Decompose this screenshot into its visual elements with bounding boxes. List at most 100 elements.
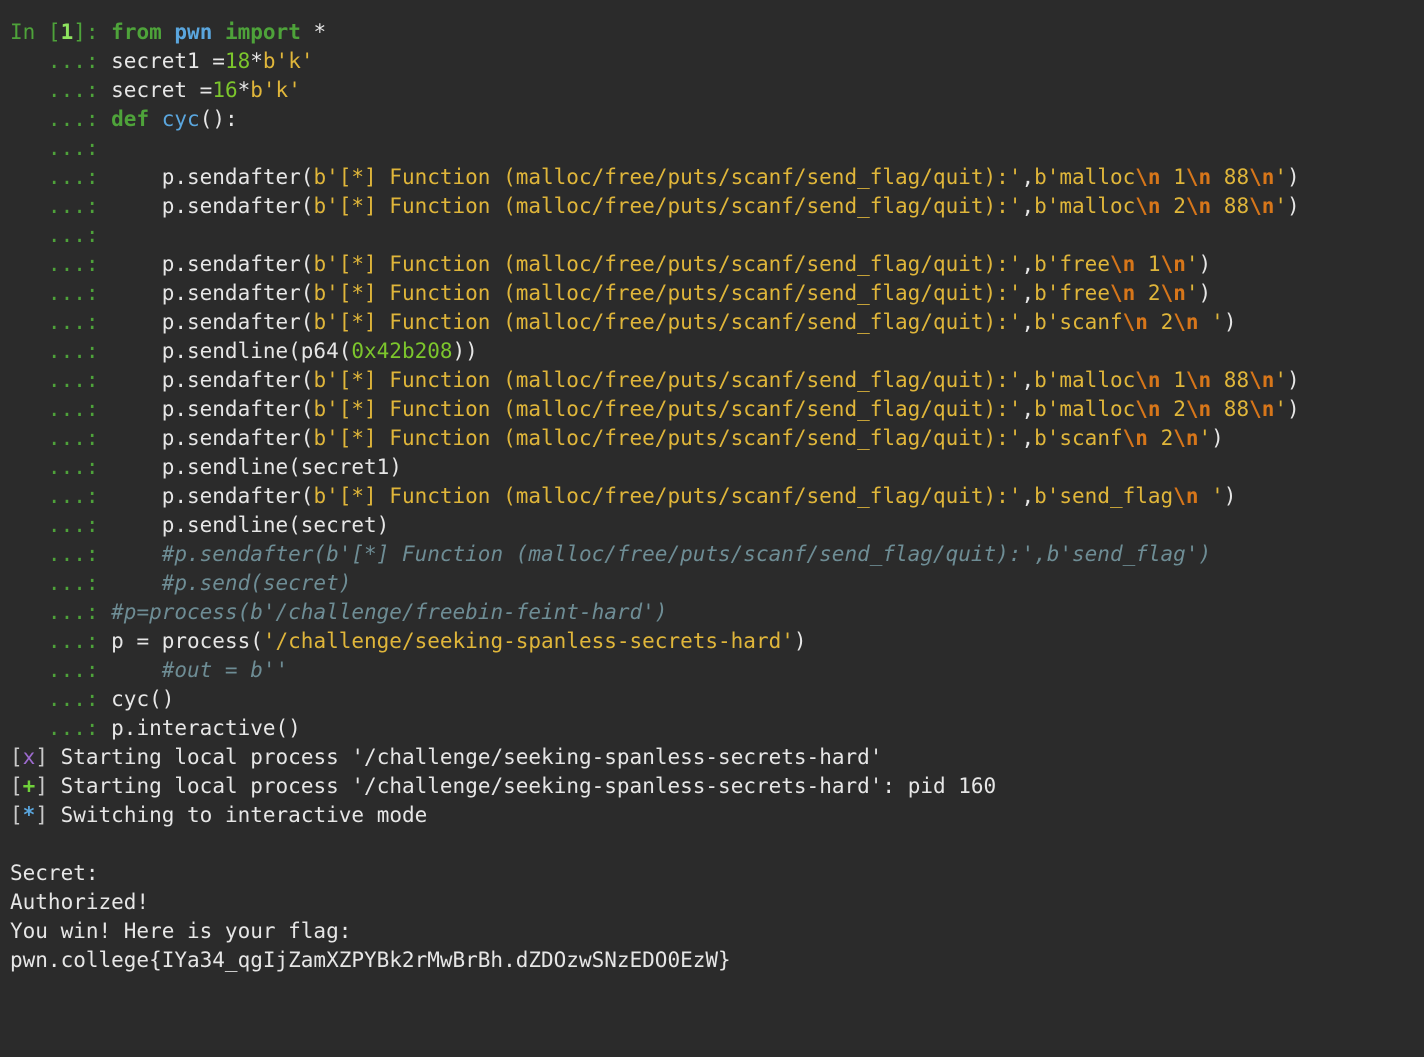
code-token: ' bbox=[1274, 397, 1288, 421]
code-token: ' bbox=[1274, 165, 1288, 189]
code-continuation-line: ...: p.sendafter(b'[*] Function (malloc/… bbox=[10, 424, 1424, 453]
code-token: \n bbox=[1185, 368, 1212, 392]
code-continuation-line: ...: p.sendafter(b'[*] Function (malloc/… bbox=[10, 366, 1424, 395]
code-token: ] bbox=[35, 774, 48, 798]
code-token: 88 bbox=[1211, 165, 1250, 189]
code-token: ' bbox=[1185, 252, 1199, 276]
terminal-window[interactable]: In [1]: from pwn import * ...: secret1 =… bbox=[0, 0, 1424, 1057]
code-continuation-line: ...: p.sendline(p64(0x42b208)) bbox=[10, 337, 1424, 366]
code-token: cyc() bbox=[111, 687, 175, 711]
code-token: ) bbox=[1287, 397, 1300, 421]
continuation-prompt: ...: bbox=[10, 49, 112, 73]
input-prompt-line: In [1]: from pwn import * bbox=[10, 18, 1424, 47]
continuation-prompt: ...: bbox=[10, 687, 112, 711]
continuation-prompt: ...: bbox=[10, 339, 162, 363]
code-token: p.sendline(secret1) bbox=[161, 455, 402, 479]
output-line: [*] Switching to interactive mode bbox=[10, 801, 1424, 830]
code-token: ] bbox=[35, 803, 48, 827]
code-token: , bbox=[1021, 484, 1035, 508]
code-token: (): bbox=[199, 107, 238, 131]
code-token: Secret: bbox=[10, 861, 99, 885]
code-token: b'[*] Function (malloc/free/puts/scanf/s… bbox=[313, 397, 1022, 421]
code-token: ) bbox=[1287, 165, 1300, 189]
code-token: #p=process(b'/challenge/freebin-feint-ha… bbox=[111, 600, 668, 624]
prompt-in-suffix: ]: bbox=[73, 20, 112, 44]
continuation-prompt: ...: bbox=[10, 600, 112, 624]
code-token: Starting local process '/challenge/seeki… bbox=[47, 774, 997, 798]
code-token: \n bbox=[1135, 194, 1161, 218]
continuation-prompt: ...: bbox=[10, 368, 162, 392]
code-token: Starting local process '/challenge/seeki… bbox=[47, 745, 883, 769]
code-token: \n bbox=[1173, 426, 1199, 450]
code-token: #p.sendafter(b'[*] Function (malloc/free… bbox=[161, 542, 1212, 566]
code-token: #p.send(secret) bbox=[161, 571, 352, 595]
code-token: \n bbox=[1249, 165, 1275, 189]
code-token: b'free bbox=[1034, 281, 1110, 305]
code-token: * bbox=[300, 20, 327, 44]
continuation-prompt: ...: bbox=[10, 136, 99, 160]
code-token: \n bbox=[1173, 310, 1199, 334]
code-token: ' bbox=[1274, 368, 1288, 392]
code-continuation-line: ...: p.sendline(secret1) bbox=[10, 453, 1424, 482]
code-token: pwn.college{IYa34_qgIjZamXZPYBk2rMwBrBh.… bbox=[10, 948, 731, 972]
code-token: 88 bbox=[1211, 397, 1250, 421]
code-token: def bbox=[111, 107, 150, 131]
code-token: p.sendafter( bbox=[161, 310, 314, 334]
code-token: \n bbox=[1109, 252, 1136, 276]
code-token: \n bbox=[1109, 281, 1136, 305]
continuation-prompt: ...: bbox=[10, 484, 162, 508]
continuation-prompt: ...: bbox=[10, 397, 162, 421]
code-token: ) bbox=[1223, 484, 1237, 508]
code-token: \n bbox=[1249, 194, 1275, 218]
code-token: p.sendafter( bbox=[161, 484, 314, 508]
code-token: \n bbox=[1135, 368, 1161, 392]
code-token: b'[*] Function (malloc/free/puts/scanf/s… bbox=[313, 426, 1022, 450]
code-token: ) bbox=[1287, 194, 1300, 218]
code-token: p.sendafter( bbox=[161, 165, 314, 189]
code-token: p.interactive() bbox=[111, 716, 301, 740]
prompt-cell-number: 1 bbox=[60, 20, 74, 44]
code-token: \n bbox=[1122, 426, 1148, 450]
code-token: ' bbox=[1198, 484, 1224, 508]
output-line: pwn.college{IYa34_qgIjZamXZPYBk2rMwBrBh.… bbox=[10, 946, 1424, 975]
code-token: , bbox=[1021, 397, 1035, 421]
code-token: ' bbox=[1185, 281, 1199, 305]
code-token: b'scanf bbox=[1034, 310, 1123, 334]
code-continuation-line: ...: p.sendafter(b'[*] Function (malloc/… bbox=[10, 279, 1424, 308]
code-token: b'k' bbox=[250, 78, 301, 102]
output-line: Secret: bbox=[10, 859, 1424, 888]
code-token: * bbox=[250, 49, 263, 73]
continuation-prompt: ...: bbox=[10, 513, 162, 537]
code-token: \n bbox=[1249, 397, 1275, 421]
output-line: [+] Starting local process '/challenge/s… bbox=[10, 772, 1424, 801]
code-continuation-line: ...: p.sendafter(b'[*] Function (malloc/… bbox=[10, 250, 1424, 279]
code-token: 2 bbox=[1147, 426, 1174, 450]
continuation-prompt: ...: bbox=[10, 716, 112, 740]
code-token: 1 bbox=[1160, 165, 1186, 189]
code-token: , bbox=[1021, 310, 1035, 334]
code-token: p.sendline(p64( bbox=[161, 339, 352, 363]
code-token: b'[*] Function (malloc/free/puts/scanf/s… bbox=[313, 165, 1022, 189]
code-continuation-line: ...: p.sendafter(b'[*] Function (malloc/… bbox=[10, 192, 1424, 221]
code-token: p.sendafter( bbox=[161, 194, 314, 218]
continuation-prompt: ...: bbox=[10, 310, 162, 334]
code-token: cyc bbox=[161, 107, 200, 131]
code-token: p.sendafter( bbox=[161, 426, 314, 450]
continuation-prompt: ...: bbox=[10, 629, 112, 653]
code-token: + bbox=[22, 774, 36, 798]
code-token: You win! Here is your flag: bbox=[10, 919, 352, 943]
continuation-prompt: ...: bbox=[10, 107, 112, 131]
code-token: , bbox=[1021, 368, 1035, 392]
code-token: 88 bbox=[1211, 194, 1250, 218]
continuation-prompt: ...: bbox=[10, 194, 162, 218]
code-continuation-line: ...: p.sendline(secret) bbox=[10, 511, 1424, 540]
code-token: \n bbox=[1160, 281, 1186, 305]
code-token: [ bbox=[10, 774, 23, 798]
code-token: #out = b'' bbox=[161, 658, 289, 682]
code-token: b'[*] Function (malloc/free/puts/scanf/s… bbox=[313, 368, 1022, 392]
code-token: ) bbox=[1198, 252, 1212, 276]
code-token: Switching to interactive mode bbox=[47, 803, 428, 827]
code-token: 1 bbox=[1135, 252, 1161, 276]
